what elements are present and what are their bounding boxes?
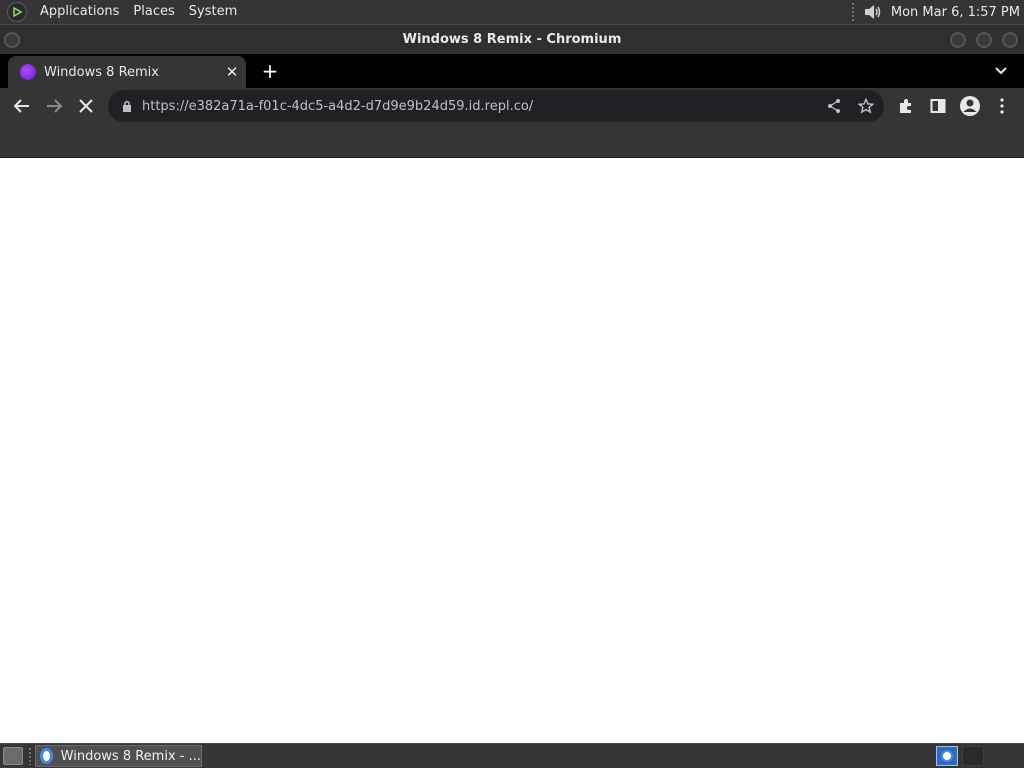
chromium-icon — [941, 750, 953, 762]
window-title-bar[interactable]: Windows 8 Remix - Chromium — [0, 24, 1024, 54]
taskbar-window-title: Windows 8 Remix - ... — [60, 748, 201, 764]
workspace-2[interactable] — [962, 746, 984, 766]
url-text[interactable]: https://e382a71a-f01c-4dc5-a4d2-d7d9e9b2… — [142, 99, 820, 114]
show-desktop-icon[interactable] — [3, 747, 23, 765]
arrow-right-icon — [47, 99, 63, 113]
close-window-button[interactable] — [1002, 32, 1018, 48]
taskbar-window-button[interactable]: Windows 8 Remix - ... — [35, 745, 202, 767]
workspace-1[interactable] — [936, 746, 958, 766]
share-icon[interactable] — [820, 92, 848, 120]
star-icon[interactable] — [852, 92, 880, 120]
back-button[interactable] — [8, 92, 36, 120]
close-icon — [79, 99, 93, 113]
lock-icon[interactable] — [120, 99, 134, 113]
bottom-panel: Windows 8 Remix - ... — [0, 743, 1024, 768]
forward-button[interactable] — [40, 92, 68, 120]
minimize-button[interactable] — [950, 32, 966, 48]
tab-windows-8-remix[interactable]: Windows 8 Remix ✕ — [8, 56, 246, 88]
menu-applications[interactable]: Applications — [33, 0, 126, 24]
bookmarks-bar — [0, 124, 1024, 158]
speaker-icon[interactable] — [861, 2, 883, 22]
kebab-menu-icon[interactable] — [988, 92, 1016, 120]
window-menu-button[interactable] — [4, 32, 20, 48]
new-tab-button[interactable]: + — [258, 59, 282, 83]
maximize-button[interactable] — [976, 32, 992, 48]
side-panel-icon[interactable] — [924, 92, 952, 120]
top-panel: Applications Places System Mon Mar 6, 1:… — [0, 0, 1024, 24]
puzzle-icon[interactable] — [892, 92, 920, 120]
stop-loading-button[interactable] — [72, 92, 100, 120]
window-title: Windows 8 Remix - Chromium — [402, 32, 622, 47]
menu-places[interactable]: Places — [126, 0, 181, 24]
page-content[interactable] — [0, 158, 1024, 743]
panel-clock[interactable]: Mon Mar 6, 1:57 PM — [891, 5, 1020, 20]
address-bar[interactable]: https://e382a71a-f01c-4dc5-a4d2-d7d9e9b2… — [108, 90, 884, 122]
browser-toolbar: https://e382a71a-f01c-4dc5-a4d2-d7d9e9b2… — [0, 88, 1024, 124]
arrow-left-icon — [13, 99, 29, 113]
gnome-foot-icon[interactable] — [7, 2, 27, 22]
chromium-icon — [40, 748, 53, 764]
menu-system[interactable]: System — [182, 0, 244, 24]
taskbar-separator — [28, 747, 32, 765]
tab-close-button[interactable]: ✕ — [222, 62, 242, 82]
tab-title: Windows 8 Remix — [44, 64, 159, 80]
chevron-down-icon[interactable] — [990, 60, 1012, 82]
avatar-icon[interactable] — [956, 92, 984, 120]
site-favicon-icon — [20, 64, 36, 80]
tab-strip: Windows 8 Remix ✕ + — [0, 54, 1024, 88]
panel-separator — [850, 2, 855, 22]
